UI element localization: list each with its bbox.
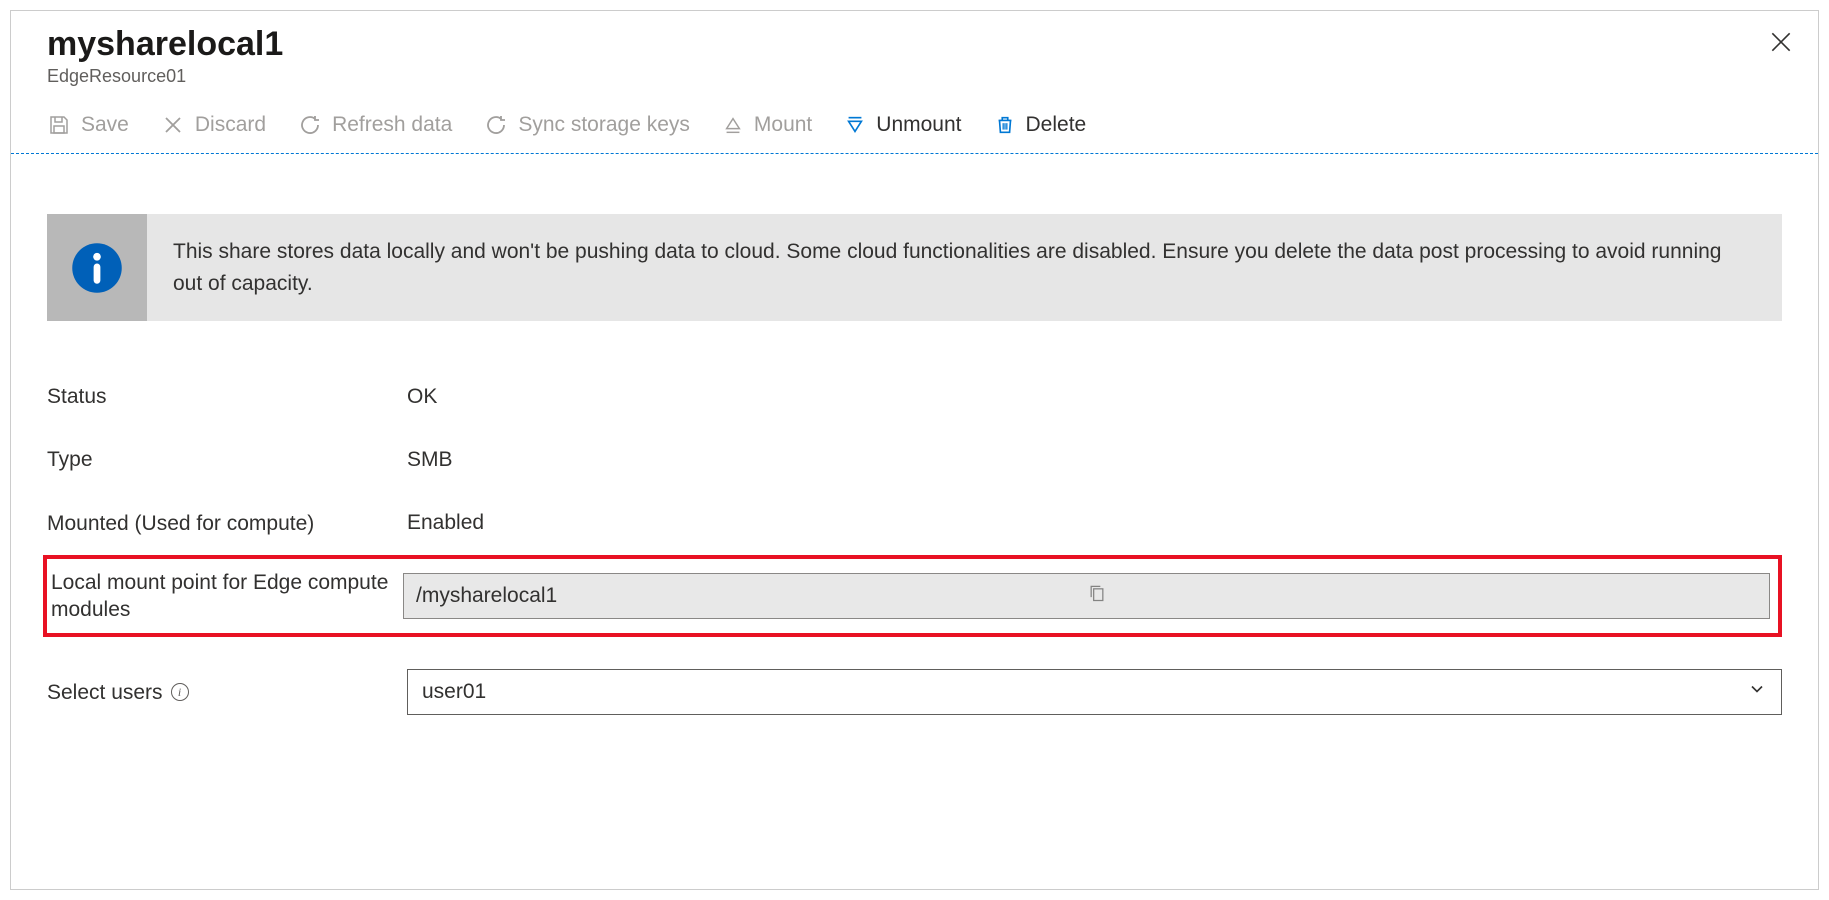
sync-label: Sync storage keys: [518, 113, 690, 137]
type-row: Type SMB: [47, 428, 1782, 491]
unmount-button[interactable]: Unmount: [844, 113, 961, 137]
info-icon-wrap: [47, 214, 147, 321]
page-subtitle: EdgeResource01: [47, 66, 1782, 87]
sync-button[interactable]: Sync storage keys: [484, 113, 690, 137]
delete-label: Delete: [1026, 113, 1087, 137]
command-bar: Save Discard Refresh data Sync storage k…: [11, 95, 1818, 154]
mount-label: Mount: [754, 113, 812, 137]
delete-button[interactable]: Delete: [994, 113, 1087, 137]
chevron-down-icon: [1747, 679, 1767, 705]
mounted-row: Mounted (Used for compute) Enabled: [47, 492, 1782, 555]
mountpoint-value: /mysharelocal1: [416, 584, 1087, 608]
users-value: user01: [422, 680, 1747, 704]
mountpoint-row-highlighted: Local mount point for Edge compute modul…: [43, 555, 1782, 638]
refresh-button[interactable]: Refresh data: [298, 113, 452, 137]
info-help-icon[interactable]: i: [171, 683, 189, 701]
share-detail-panel: mysharelocal1 EdgeResource01 Save Discar…: [10, 10, 1819, 890]
users-row: Select users i user01: [47, 651, 1782, 733]
mountpoint-label: Local mount point for Edge compute modul…: [47, 569, 403, 624]
save-button[interactable]: Save: [47, 113, 129, 137]
page-title: mysharelocal1: [47, 25, 1782, 64]
mountpoint-field[interactable]: /mysharelocal1: [403, 573, 1770, 619]
users-label-wrap: Select users i: [47, 679, 407, 706]
info-banner-text: This share stores data locally and won't…: [147, 214, 1782, 321]
status-label: Status: [47, 383, 407, 410]
discard-label: Discard: [195, 113, 266, 137]
discard-button[interactable]: Discard: [161, 113, 266, 137]
mount-button[interactable]: Mount: [722, 113, 812, 137]
discard-icon: [161, 113, 185, 137]
refresh-label: Refresh data: [332, 113, 452, 137]
close-button[interactable]: [1768, 29, 1794, 60]
info-banner: This share stores data locally and won't…: [47, 214, 1782, 321]
type-value: SMB: [407, 448, 453, 472]
panel-header: mysharelocal1 EdgeResource01: [11, 11, 1818, 95]
save-label: Save: [81, 113, 129, 137]
mount-icon: [722, 114, 744, 136]
users-select[interactable]: user01: [407, 669, 1782, 715]
close-icon: [1768, 29, 1794, 55]
info-icon: [70, 241, 124, 295]
sync-icon: [484, 113, 508, 137]
refresh-icon: [298, 113, 322, 137]
unmount-label: Unmount: [876, 113, 961, 137]
status-value: OK: [407, 385, 437, 409]
users-label: Select users: [47, 679, 163, 706]
save-icon: [47, 113, 71, 137]
mounted-label: Mounted (Used for compute): [47, 510, 407, 537]
status-row: Status OK: [47, 365, 1782, 428]
copy-icon: [1087, 582, 1107, 604]
content-area: This share stores data locally and won't…: [11, 154, 1818, 733]
mounted-value: Enabled: [407, 511, 484, 535]
delete-icon: [994, 113, 1016, 137]
copy-button[interactable]: [1087, 582, 1758, 610]
type-label: Type: [47, 446, 407, 473]
unmount-icon: [844, 114, 866, 136]
